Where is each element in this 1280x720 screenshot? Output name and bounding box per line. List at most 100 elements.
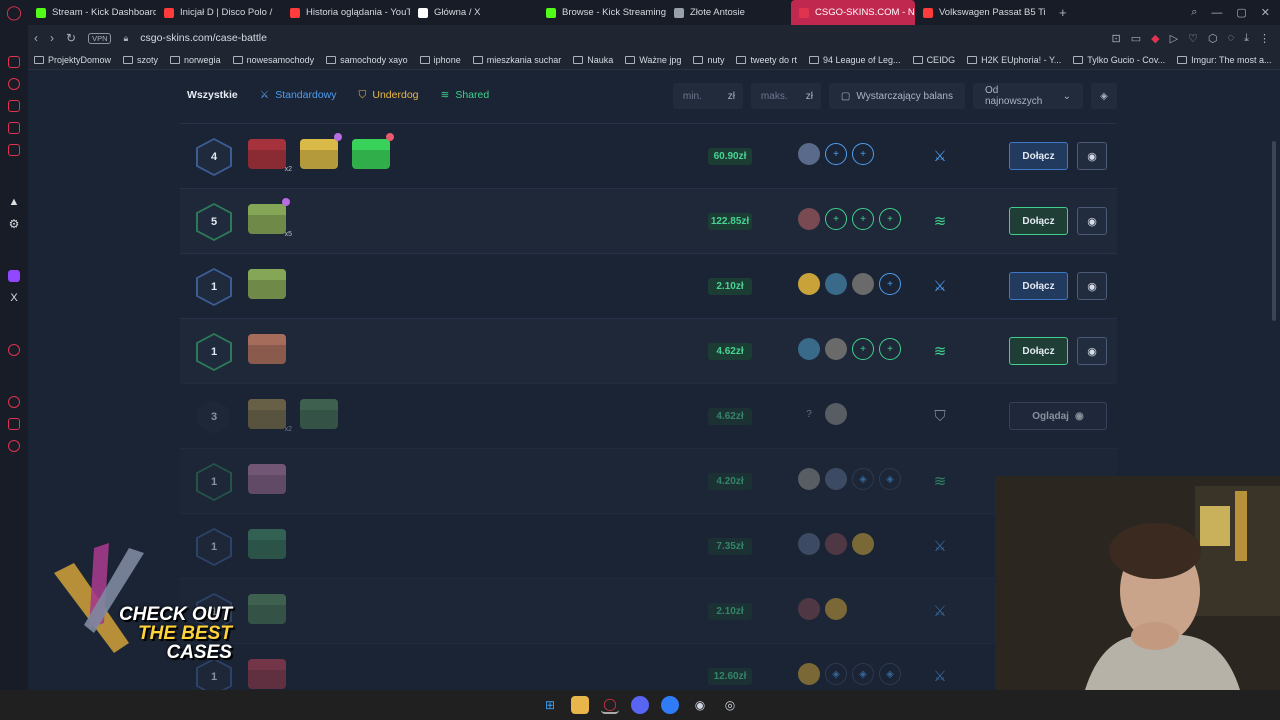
discord-icon[interactable] [631,696,649,714]
scrollbar[interactable] [1272,141,1276,321]
player-avatar[interactable] [825,338,847,360]
sidebar-clock-icon[interactable] [8,344,20,356]
reload-icon[interactable]: ↻ [66,31,76,45]
join-slot-plus-icon[interactable]: + [879,273,901,295]
heart-icon[interactable]: ♡ [1188,32,1198,45]
sidebar-gear-icon[interactable] [8,440,20,452]
opera-taskbar-icon[interactable]: ◯ [601,696,619,714]
sidebar-messenger-icon[interactable] [8,56,20,68]
pocket-icon[interactable]: ◆ [1151,32,1159,45]
player-avatar[interactable] [852,273,874,295]
join-button[interactable]: Dołącz [1009,207,1068,235]
sidebar-speeddial-icon[interactable] [8,418,20,430]
bookmark-item[interactable]: iphone [419,55,461,65]
join-slot-plus-icon[interactable]: + [825,143,847,165]
browser-tab[interactable]: Stream - Kick Dashboard [28,0,156,25]
sidebar-settings-icon[interactable]: ⚙ [8,218,20,230]
sidebar-history-icon[interactable] [8,78,20,90]
bookmark-item[interactable]: szoty [123,55,158,65]
eye-icon[interactable]: ◉ [1077,337,1107,365]
bookmark-item[interactable]: mieszkania suchar [472,55,561,65]
player-avatar[interactable] [825,403,847,425]
opera-logo-icon[interactable]: ◯ [0,0,28,25]
sidebar-bag-icon[interactable] [8,100,20,112]
download-icon[interactable]: ⤓ [1244,32,1249,45]
eye-icon[interactable]: ◉ [1077,272,1107,300]
minimize-button[interactable]: — [1211,7,1222,19]
eye-icon[interactable]: ◉ [1077,142,1107,170]
browser-tab[interactable]: Główna / X [410,0,538,25]
join-slot-plus-icon[interactable]: + [879,208,901,230]
obs-icon[interactable]: ◎ [721,696,739,714]
url-field[interactable]: csgo-skins.com/case-battle [140,32,267,44]
battle-row[interactable]: 1 4.62zł + + ≋ Dołącz ◉ [180,318,1117,383]
bookmark-item[interactable]: nowesamochody [232,55,314,65]
browser-tab[interactable]: Inicjał D | Disco Polo / [156,0,282,25]
join-slot-plus-icon[interactable]: + [879,338,901,360]
browser-tab[interactable]: Historia oglądania - YouT [282,0,410,25]
new-tab-button[interactable]: + [1059,5,1067,20]
forward-icon[interactable]: › [50,31,54,45]
bookmark-item[interactable]: H2K EUphoria! - Y... [967,55,1061,65]
battle-row[interactable]: 3 x2 4.62zł? ⛉ Oglądaj ◉ [180,383,1117,448]
player-avatar[interactable] [825,468,847,490]
player-avatar[interactable] [852,533,874,555]
bookmark-item[interactable]: Ważne jpg [625,55,681,65]
bookmark-item[interactable]: norwegia [170,55,221,65]
maximize-button[interactable]: ▢ [1236,6,1246,19]
eye-icon[interactable]: ◉ [1077,207,1107,235]
player-avatar[interactable] [798,663,820,685]
max-price-input[interactable]: maks. zł [750,83,821,109]
player-avatar[interactable] [798,338,820,360]
battle-row[interactable]: 1 7.35zł ⚔ [180,513,1117,578]
battle-row[interactable]: 1 12.60zł ◈ ◈ ◈ ⚔ [180,643,1117,690]
battle-row[interactable]: 5 x5 122.85zł + + + ≋ Dołącz ◉ [180,188,1117,253]
close-window-button[interactable]: ✕ [1261,6,1270,19]
menu-icon[interactable]: ⋮ [1259,32,1270,45]
sidebar-aria-icon[interactable]: ▲ [8,196,20,208]
battle-row[interactable]: 1 2.10zł ⚔ [180,578,1117,643]
browser-tab[interactable]: Volkswagen Passat B5 Ti [915,0,1053,25]
player-avatar[interactable] [798,533,820,555]
bookmark-item[interactable]: nuty [693,55,724,65]
promo-overlay[interactable]: CHECK OUT THE BEST CASES [24,543,244,668]
filter-shared[interactable]: ≋ Shared [441,89,490,101]
search-tabs-icon[interactable]: ⌕ [1191,6,1197,19]
back-icon[interactable]: ‹ [34,31,38,45]
bookmark-item[interactable]: Imgur: The most a... [1177,55,1272,65]
bookmark-item[interactable]: Tylko Gucio - Cov... [1073,55,1165,65]
sidebar-chat-icon[interactable] [8,122,20,134]
windows-start-icon[interactable]: ⊞ [541,696,559,714]
sidebar-x-icon[interactable]: X [8,292,20,304]
extensions-icon[interactable]: ⬡ [1208,32,1218,45]
filter-underdog[interactable]: ⛉ Underdog [359,89,419,102]
join-button[interactable]: Dołącz [1009,142,1068,170]
bookmark-item[interactable]: tweety do rt [736,55,797,65]
steam-icon[interactable]: ◉ [691,696,709,714]
sidebar-downloads-icon[interactable] [8,396,20,408]
browser-tab[interactable]: CSGO-SKINS.COM - Naj [791,0,915,25]
player-avatar[interactable] [798,143,820,165]
watch-button[interactable]: Oglądaj ◉ [1009,402,1107,430]
battle-row[interactable]: 1 2.10zł + ⚔ Dołącz ◉ [180,253,1117,318]
bookmark-item[interactable]: 94 League of Leg... [808,55,901,65]
bookmark-item[interactable]: CEIDG [912,55,955,65]
player-avatar[interactable] [825,533,847,555]
player-avatar[interactable] [798,273,820,295]
join-button[interactable]: Dołącz [1009,272,1068,300]
join-slot-plus-icon[interactable]: + [852,338,874,360]
sort-select[interactable]: Od najnowszych ⌄ [973,83,1083,109]
player-avatar[interactable] [825,598,847,620]
sidebar-mail-icon[interactable] [8,144,20,156]
sidebar-twitch-icon[interactable] [8,270,20,282]
join-slot-plus-icon[interactable]: + [825,208,847,230]
browser-tab[interactable]: Złote Antosie [666,0,791,25]
tab-icon[interactable]: ▭ [1131,32,1141,45]
filter-standard[interactable]: ⚔ Standardowy [260,89,337,101]
profile-icon[interactable]: ◌ [1228,32,1235,44]
bookmark-item[interactable]: ProjektyDomow [34,55,111,65]
player-avatar[interactable] [825,273,847,295]
vpn-badge[interactable]: VPN [88,32,112,44]
messenger-icon[interactable] [661,696,679,714]
player-avatar[interactable] [798,468,820,490]
